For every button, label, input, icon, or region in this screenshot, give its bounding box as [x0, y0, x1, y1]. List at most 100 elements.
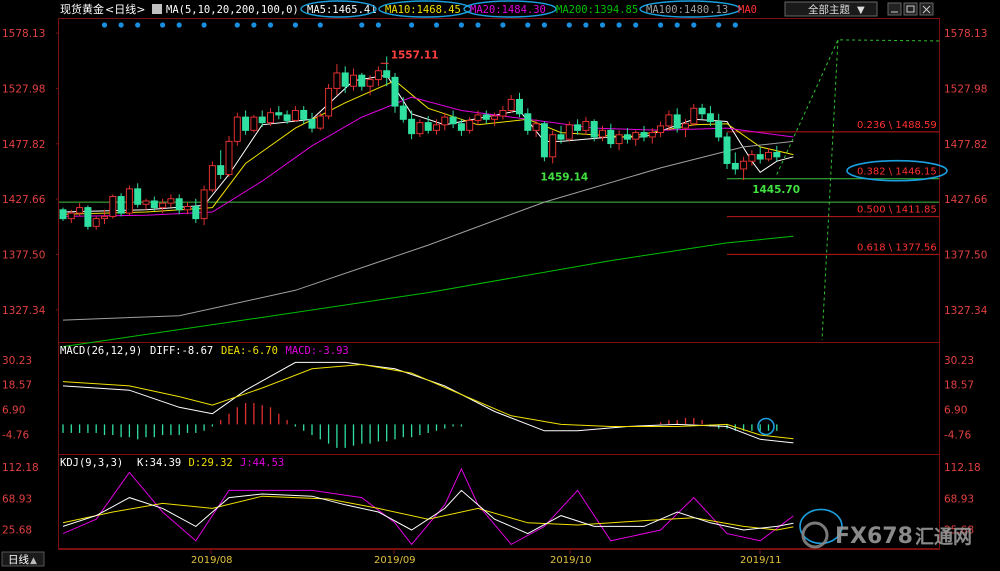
- signal-dot: [375, 22, 381, 28]
- high-annotation: 1557.11: [391, 49, 439, 61]
- minimize-icon[interactable]: [887, 2, 902, 16]
- signal-dot: [433, 22, 440, 28]
- kdj-value-2: J:44.53: [240, 457, 284, 469]
- signal-dot: [201, 22, 207, 28]
- ma-value-4: MA100:1480.13: [646, 4, 728, 16]
- signal-dot: [317, 22, 323, 28]
- price-tick-right: 1427.66: [944, 194, 988, 206]
- watermark-brand: FX678: [835, 524, 913, 549]
- kdj-tick-right: 68.93: [944, 493, 974, 505]
- signal-dot: [135, 22, 141, 28]
- candle: [540, 121, 548, 162]
- ma-value-2: MA20:1484.30: [470, 4, 546, 16]
- signal-dot: [633, 22, 639, 28]
- close-icon[interactable]: [919, 2, 934, 16]
- signal-dot: [234, 22, 240, 28]
- candle: [723, 132, 731, 169]
- macd-tick-left: 30.23: [2, 355, 32, 367]
- recent-low-annotation: 1445.70: [752, 184, 800, 196]
- candle: [250, 114, 258, 133]
- signal-dot: [566, 22, 572, 28]
- price-tick-right: 1527.98: [944, 83, 987, 95]
- tab-daily-label: 日线: [8, 553, 29, 566]
- x-label: 2019/10: [550, 555, 592, 566]
- price-tick-left: 1477.82: [2, 139, 45, 151]
- macd-tick-right: 6.90: [944, 405, 967, 417]
- macd-tick-right: 18.57: [944, 380, 974, 392]
- kdj-title: KDJ(9,3,3): [60, 457, 123, 469]
- x-label: 2019/11: [740, 555, 782, 566]
- kdj-tick-left: 25.68: [2, 525, 32, 537]
- candle: [208, 161, 216, 193]
- signal-dot: [616, 22, 622, 28]
- macd-tick-left: 6.90: [2, 405, 25, 417]
- ma-values: MA5:1465.41 MA10:1468.45 MA20:1484.30 MA200…: [300, 0, 757, 18]
- signal-dot: [359, 22, 365, 28]
- signal-dot: [176, 22, 182, 28]
- kdj-tick-left: 112.18: [2, 462, 39, 474]
- fib-label: 0.500 \ 1411.85: [857, 205, 937, 216]
- chevron-down-icon: ▼: [857, 5, 865, 16]
- signal-dot: [118, 22, 124, 28]
- price-tick-left: 1527.98: [2, 83, 45, 95]
- ma-value-3: MA200:1394.85: [556, 4, 638, 16]
- signal-dot: [475, 22, 481, 28]
- macd-tick-right: -4.76: [944, 430, 971, 442]
- kdj-value-1: D:29.32: [189, 457, 233, 469]
- ma-settings-icon[interactable]: [152, 4, 162, 14]
- macd-value-2: MACD:-3.93: [286, 345, 349, 357]
- candle: [117, 193, 125, 217]
- chart-stage: 现货黄金 <日线> MA(5,10,20,200,100,0) MA5:1465…: [0, 0, 1000, 567]
- price-tick-right: 1477.82: [944, 139, 987, 151]
- fib-label: 0.618 \ 1377.56: [857, 242, 937, 253]
- macd-value-1: DEA:-6.70: [221, 345, 278, 357]
- chart-svg: 现货黄金 <日线> MA(5,10,20,200,100,0) MA5:1465…: [0, 0, 1000, 567]
- candle: [84, 205, 92, 230]
- candle: [233, 112, 241, 146]
- x-label: 2019/09: [374, 555, 416, 566]
- signal-dot: [251, 22, 257, 28]
- theme-button[interactable]: 全部主题 ▼: [784, 1, 878, 17]
- ma-value-1: MA10:1468.45: [385, 4, 461, 16]
- instrument-title: 现货黄金: [60, 2, 104, 16]
- signal-dot: [409, 22, 415, 28]
- macd-tick-left: 18.57: [2, 380, 32, 392]
- macd-title: MACD(26,12,9): [60, 345, 142, 357]
- period-label[interactable]: <日线>: [105, 2, 145, 16]
- macd-tick-right: 30.23: [944, 355, 974, 367]
- candle: [565, 121, 573, 142]
- price-tick-right: 1377.50: [944, 249, 987, 261]
- price-tick-right: 1578.13: [944, 28, 987, 40]
- macd-value-0: DIFF:-8.67: [150, 345, 213, 357]
- footer-bar: 日线 ▲ 2019/08 2019/09 2019/10 2019/11: [0, 550, 1000, 567]
- signal-dot: [525, 22, 531, 28]
- signal-dot: [160, 22, 166, 28]
- signal-dot: [583, 22, 589, 28]
- tab-chevron-icon[interactable]: ▲: [30, 556, 37, 566]
- kdj-tick-right: 112.18: [944, 462, 981, 474]
- macd-tick-left: -4.76: [2, 430, 29, 442]
- restore-icon[interactable]: [903, 2, 918, 16]
- candle: [225, 135, 233, 177]
- ma-params-label: MA(5,10,20,200,100,0): [166, 4, 299, 16]
- x-label: 2019/08: [191, 555, 233, 566]
- signal-dot: [101, 22, 108, 28]
- signal-dot: [674, 22, 680, 28]
- price-tick-right: 1327.34: [944, 305, 988, 317]
- fib-label: 0.382 \ 1446.15: [857, 167, 937, 178]
- candle: [325, 84, 333, 120]
- signal-dot: [267, 22, 274, 28]
- signal-dot: [716, 22, 722, 28]
- signal-dot: [599, 22, 606, 28]
- signal-dot: [732, 22, 738, 28]
- candle: [109, 194, 117, 219]
- signal-dot: [691, 22, 697, 28]
- price-tick-left: 1327.34: [2, 305, 46, 317]
- price-tick-left: 1377.50: [2, 249, 45, 261]
- kdj-tick-left: 68.93: [2, 493, 32, 505]
- signal-dot: [541, 22, 548, 28]
- ma-value-5: MA0: [738, 4, 757, 16]
- fib-label: 0.236 \ 1488.59: [857, 120, 937, 131]
- swing-low-annotation: 1459.14: [540, 171, 588, 183]
- kdj-value-0: K:34.39: [137, 457, 181, 469]
